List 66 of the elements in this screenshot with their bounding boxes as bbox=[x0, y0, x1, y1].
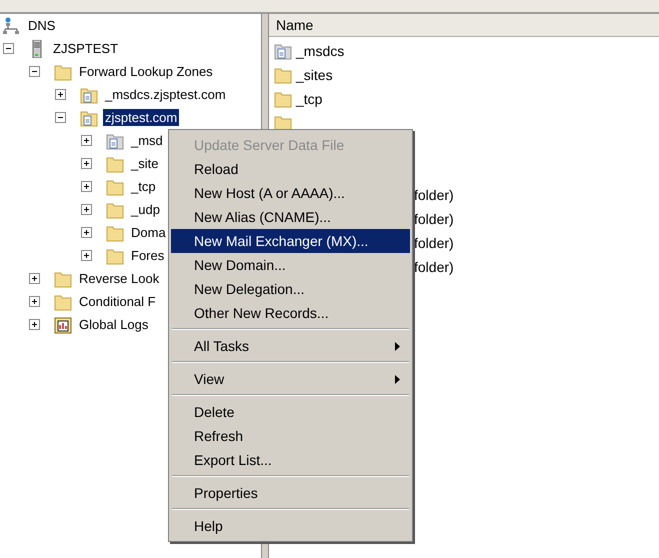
tree-item[interactable]: _msd bbox=[129, 132, 165, 149]
menu-item[interactable]: Delete bbox=[171, 400, 410, 424]
menu-item[interactable]: Help bbox=[171, 514, 410, 538]
submenu-arrow-icon bbox=[395, 374, 400, 384]
menu-item[interactable]: Other New Records... bbox=[171, 301, 410, 325]
list-item[interactable]: _sites bbox=[296, 67, 333, 83]
folder-icon bbox=[106, 178, 124, 196]
table-cell-text: folder) bbox=[414, 210, 454, 229]
document-folder-icon bbox=[106, 132, 124, 150]
tree-item[interactable]: Conditional F bbox=[77, 293, 158, 310]
document-folder-icon bbox=[80, 86, 98, 104]
tree-item[interactable]: Doma bbox=[129, 224, 168, 241]
expand-toggle[interactable] bbox=[81, 181, 92, 192]
tree-item[interactable]: Global Logs bbox=[77, 316, 150, 333]
log-folder-icon bbox=[54, 316, 72, 334]
document-folder-icon bbox=[80, 108, 98, 126]
submenu-arrow-icon bbox=[395, 342, 400, 350]
menu-item[interactable]: Refresh bbox=[171, 424, 410, 448]
menu-item[interactable]: New Delegation... bbox=[171, 277, 410, 301]
tree-item[interactable]: _tcp bbox=[129, 178, 158, 195]
expand-toggle[interactable] bbox=[81, 250, 92, 261]
tree-item[interactable]: _site bbox=[129, 155, 160, 172]
menu-item[interactable]: All Tasks bbox=[171, 334, 410, 358]
expand-toggle[interactable] bbox=[81, 204, 92, 215]
table-cell-text: folder) bbox=[414, 258, 454, 277]
menu-item[interactable]: Reload bbox=[171, 157, 410, 181]
list-item[interactable]: _tcp bbox=[296, 91, 322, 107]
menu-item[interactable]: Export List... bbox=[171, 448, 410, 472]
table-cell-text: folder) bbox=[414, 234, 454, 253]
folder-icon bbox=[106, 246, 124, 264]
table-cell-text: folder) bbox=[414, 186, 454, 205]
collapse-toggle[interactable] bbox=[29, 66, 40, 77]
tree-item[interactable]: DNS bbox=[26, 17, 58, 34]
collapse-toggle[interactable] bbox=[55, 112, 66, 123]
tree-item[interactable]: Fores bbox=[129, 247, 166, 264]
folder-icon bbox=[54, 62, 72, 80]
tree-item[interactable]: zjsptest.com bbox=[103, 109, 180, 126]
expand-toggle[interactable] bbox=[55, 89, 66, 100]
expand-toggle[interactable] bbox=[29, 319, 40, 330]
expand-toggle[interactable] bbox=[29, 273, 40, 284]
folder-icon bbox=[274, 90, 292, 108]
expand-toggle[interactable] bbox=[81, 227, 92, 238]
menu-item[interactable]: New Host (A or AAAA)... bbox=[171, 181, 410, 205]
tree-item[interactable]: Reverse Look bbox=[77, 270, 162, 287]
expand-toggle[interactable] bbox=[81, 158, 92, 169]
document-folder-icon bbox=[274, 42, 292, 60]
folder-icon bbox=[54, 270, 72, 288]
network-icon bbox=[3, 16, 21, 34]
menu-item[interactable]: New Alias (CNAME)... bbox=[171, 205, 410, 229]
list-item[interactable]: _msdcs bbox=[296, 43, 344, 59]
menu-item[interactable]: New Domain... bbox=[171, 253, 410, 277]
folder-icon bbox=[106, 200, 124, 218]
tree-item[interactable]: ZJSPTEST bbox=[51, 40, 120, 57]
tree-item[interactable]: Forward Lookup Zones bbox=[77, 63, 215, 80]
folder-icon bbox=[106, 154, 124, 172]
menu-item[interactable]: View bbox=[171, 367, 410, 391]
expand-toggle[interactable] bbox=[29, 296, 40, 307]
folder-icon bbox=[106, 224, 124, 242]
menu-item[interactable]: New Mail Exchanger (MX)... bbox=[171, 229, 410, 253]
folder-icon bbox=[274, 66, 292, 84]
menu-item[interactable]: Properties bbox=[171, 481, 410, 505]
collapse-toggle[interactable] bbox=[3, 43, 14, 54]
expand-toggle[interactable] bbox=[81, 135, 92, 146]
tree-item[interactable]: _udp bbox=[129, 201, 162, 218]
folder-icon bbox=[54, 292, 72, 310]
tree-item[interactable]: _msdcs.zjsptest.com bbox=[103, 86, 228, 103]
